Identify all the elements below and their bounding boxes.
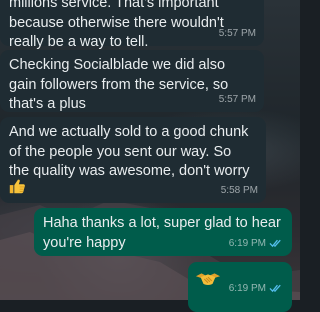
message-time: 6:19 PM xyxy=(228,282,266,294)
handshake-icon xyxy=(195,273,221,286)
message-meta: 6:19 PM xyxy=(229,234,284,254)
message-bubble-incoming[interactable]: Checking Socialblade we did also gain fo… xyxy=(0,50,264,112)
message-meta: 5:57 PM xyxy=(219,90,256,110)
message-time: 6:19 PM xyxy=(228,237,266,249)
message-time: 5:58 PM xyxy=(220,184,258,196)
message-bubble-outgoing[interactable]: 6:19 PM xyxy=(188,262,292,312)
message-meta: 5:57 PM xyxy=(219,24,256,44)
message-time: 5:57 PM xyxy=(218,27,256,39)
message-meta: 6:19 PM xyxy=(229,279,284,299)
message-bubble-incoming[interactable]: And we actually sold to a good chunk of … xyxy=(0,117,266,203)
message-bubble-outgoing[interactable]: Haha thanks a lot, super glad to hear yo… xyxy=(34,208,292,256)
thumbs-up-icon xyxy=(9,179,25,194)
message-meta: 5:58 PM xyxy=(221,181,258,201)
message-text: And we actually sold to a good chunk of … xyxy=(9,124,250,179)
read-receipt-icon xyxy=(269,240,281,248)
message-time: 5:57 PM xyxy=(218,93,256,105)
message-bubble-incoming[interactable]: millions service. That's important becau… xyxy=(0,0,264,50)
read-receipt-icon xyxy=(269,285,281,293)
